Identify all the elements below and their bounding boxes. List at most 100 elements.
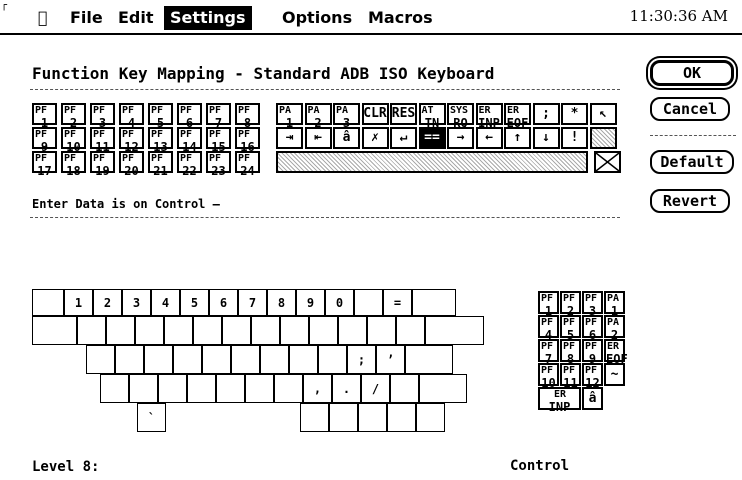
func-key-r2-0[interactable]: ⇥	[276, 127, 303, 149]
kb-key-r2-5[interactable]	[193, 316, 222, 345]
keypad-key-9[interactable]: PF 8	[560, 339, 581, 365]
pf-key-21[interactable]: PF 21	[148, 151, 173, 177]
kb-key-r2-11[interactable]	[367, 316, 396, 345]
kb-key-r1-9[interactable]: 9	[296, 289, 325, 316]
kb-key-r1-7[interactable]: 7	[238, 289, 267, 316]
kb-key-r3-0[interactable]	[86, 345, 115, 374]
kb-key-r3-5[interactable]	[231, 345, 260, 374]
func-key-r2-2[interactable]: â	[333, 127, 360, 149]
pf-key-19[interactable]: PF 19	[90, 151, 115, 177]
keypad-key-a[interactable]: â	[582, 387, 603, 410]
kb-key-r4-5[interactable]	[245, 374, 274, 403]
kb-key-r4-10[interactable]	[390, 374, 419, 403]
pf-key-6[interactable]: PF 6	[177, 103, 202, 129]
pf-key-24[interactable]: PF 24	[235, 151, 260, 177]
kb-key-r5-4[interactable]	[416, 403, 445, 432]
kb-key-r4-11[interactable]	[419, 374, 467, 403]
menu-edit[interactable]: Edit	[112, 6, 160, 30]
pf-key-1[interactable]: PF 1	[32, 103, 57, 129]
kb-key-r4-0[interactable]	[100, 374, 129, 403]
kb-key-r5-0[interactable]	[300, 403, 329, 432]
keypad-key-10[interactable]: PF 9	[582, 339, 603, 365]
kb-key-r3-3[interactable]	[173, 345, 202, 374]
pf-key-20[interactable]: PF 20	[119, 151, 144, 177]
revert-button[interactable]: Revert	[650, 189, 730, 213]
keypad-key-3[interactable]: PA 1	[604, 291, 625, 317]
func-key-r1-11[interactable]: ↖	[589, 103, 617, 125]
kb-key-r4-7[interactable]: ,	[303, 374, 332, 403]
keypad-key-7[interactable]: PA 2	[604, 315, 625, 341]
kb-key-r2-1[interactable]	[77, 316, 106, 345]
kb-key-r2-10[interactable]	[338, 316, 367, 345]
kb-key-r2-2[interactable]	[106, 316, 135, 345]
kb-key-r1-4[interactable]: 4	[151, 289, 180, 316]
kb-key-r1-6[interactable]: 6	[209, 289, 238, 316]
kb-key-r1-3[interactable]: 3	[122, 289, 151, 316]
func-key-r1-0[interactable]: PA 1	[276, 103, 303, 129]
keypad-key-1[interactable]: PF 2	[560, 291, 581, 317]
func-key-r1-10[interactable]: *	[561, 103, 588, 125]
kb-key-r4-4[interactable]	[216, 374, 245, 403]
func-key-r2-8[interactable]: ↑	[504, 127, 531, 149]
func-key-r1-4[interactable]: RES	[390, 103, 417, 125]
keypad-key-5[interactable]: PF 5	[560, 315, 581, 341]
kb-key-r1-8[interactable]: 8	[267, 289, 296, 316]
cancel-button[interactable]: Cancel	[650, 97, 730, 121]
pf-key-18[interactable]: PF 18	[61, 151, 86, 177]
kb-key-r3-9[interactable]: ;	[347, 345, 376, 374]
func-key-r1-7[interactable]: ER INP	[475, 103, 503, 129]
kb-key-r3-2[interactable]	[144, 345, 173, 374]
pf-key-7[interactable]: PF 7	[206, 103, 231, 129]
pf-key-11[interactable]: PF 11	[90, 127, 115, 153]
func-key-r1-5[interactable]: AT TN	[418, 103, 446, 129]
kb-key-r3-11[interactable]	[405, 345, 453, 374]
pf-key-23[interactable]: PF 23	[206, 151, 231, 177]
kb-key-r4-9[interactable]: /	[361, 374, 390, 403]
kb-key-r2-3[interactable]	[135, 316, 164, 345]
func-key-r2-9[interactable]: ↓	[532, 127, 560, 149]
menu-file[interactable]: File	[64, 6, 109, 30]
kb-key-r2-7[interactable]	[251, 316, 280, 345]
keypad-key-12[interactable]: PF 10	[538, 363, 559, 389]
kb-key-r5-2[interactable]	[358, 403, 387, 432]
kb-key-r2-0[interactable]	[32, 316, 77, 345]
pf-key-22[interactable]: PF 22	[177, 151, 202, 177]
pf-key-4[interactable]: PF 4	[119, 103, 144, 129]
pf-key-17[interactable]: PF 17	[32, 151, 57, 177]
kb-key-r1-10[interactable]: 0	[325, 289, 354, 316]
pf-key-5[interactable]: PF 5	[148, 103, 173, 129]
kb-key-r3-10[interactable]: ’	[376, 345, 405, 374]
func-key-r2-3[interactable]: ✗	[361, 127, 389, 149]
keypad-key-4[interactable]: PF 4	[538, 315, 559, 341]
apple-menu-icon[interactable]: 	[32, 6, 54, 30]
kb-key-r1-2[interactable]: 2	[93, 289, 122, 316]
kb-key-r1-11[interactable]	[354, 289, 383, 316]
kb-key-r2-9[interactable]	[309, 316, 338, 345]
keypad-key-6[interactable]: PF 6	[582, 315, 603, 341]
kb-key-r2-12[interactable]	[396, 316, 425, 345]
ok-button[interactable]: OK	[650, 60, 734, 86]
func-key-r2-1[interactable]: ⇤	[304, 127, 332, 149]
keypad-key-14[interactable]: PF 12	[582, 363, 603, 389]
func-key-r2-7[interactable]: ←	[475, 127, 503, 149]
func-key-r1-9[interactable]: ;	[532, 103, 560, 125]
func-key-r1-3[interactable]: CLR	[361, 103, 389, 125]
func-key-r2-10[interactable]: !	[561, 127, 588, 149]
func-key-none[interactable]	[594, 151, 621, 173]
kb-key-r5-1[interactable]	[329, 403, 358, 432]
menu-options[interactable]: Options	[276, 6, 358, 30]
keypad-key-er-inp[interactable]: ER INP	[538, 387, 581, 413]
keypad-key-13[interactable]: PF 11	[560, 363, 581, 389]
kb-key-r1-5[interactable]: 5	[180, 289, 209, 316]
kb-key-r4-2[interactable]	[158, 374, 187, 403]
func-key-r1-8[interactable]: ER EOF	[504, 103, 531, 129]
pf-key-8[interactable]: PF 8	[235, 103, 260, 129]
func-key-r2-5[interactable]: ==	[418, 127, 446, 149]
pf-key-10[interactable]: PF 10	[61, 127, 86, 153]
kb-key-r1-13[interactable]	[412, 289, 456, 316]
kb-key-r4-6[interactable]	[274, 374, 303, 403]
kb-key-r1-1[interactable]: 1	[64, 289, 93, 316]
func-key-r2-6[interactable]: →	[447, 127, 474, 149]
keypad-key-11[interactable]: ER EOF	[604, 339, 628, 365]
pf-key-9[interactable]: PF 9	[32, 127, 57, 153]
